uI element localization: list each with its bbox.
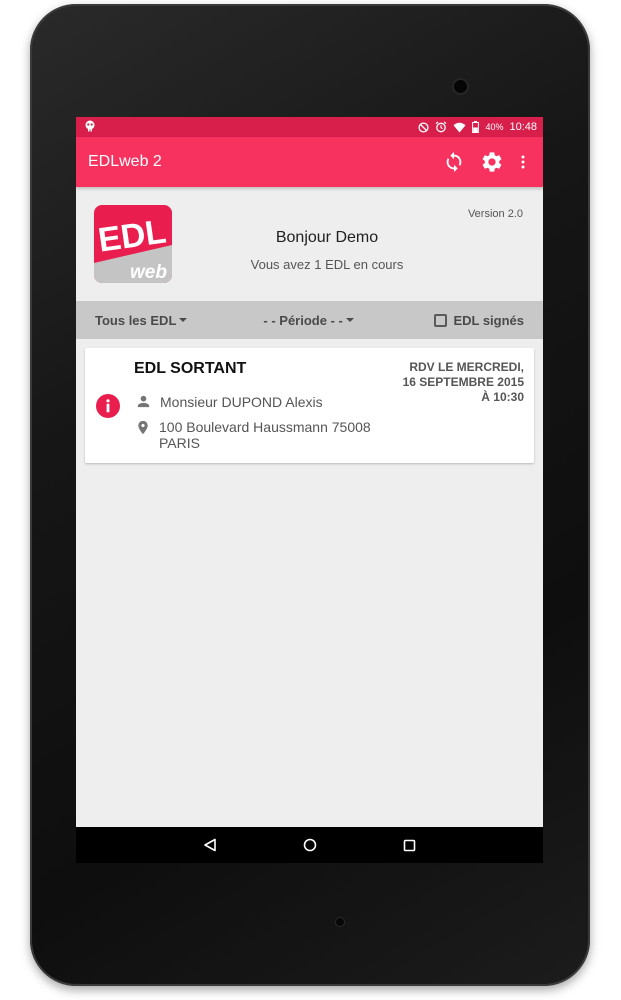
edl-list: EDL SORTANT RDV LE MERCREDI, 16 SEPTEMBR… bbox=[76, 339, 543, 463]
edl-address-line2: PARIS bbox=[159, 435, 200, 451]
dnd-icon bbox=[418, 121, 429, 133]
sensor bbox=[336, 918, 344, 926]
welcome-header: EDL web Version 2.0 Bonjour Demo Vous av… bbox=[76, 187, 543, 301]
screen: 40% 10:48 EDLweb 2 EDL web Version 2.0 B… bbox=[76, 117, 543, 863]
wifi-icon bbox=[453, 122, 466, 133]
location-pin-icon bbox=[138, 420, 148, 435]
edl-address-line1: 100 Boulevard Haussmann 75008 bbox=[159, 419, 371, 435]
greeting: Bonjour Demo bbox=[275, 229, 379, 246]
recents-icon bbox=[403, 839, 416, 851]
dropdown-caret-icon bbox=[345, 318, 354, 322]
home-icon bbox=[303, 838, 316, 852]
filter-edl-type-dropdown[interactable]: Tous les EDL bbox=[95, 312, 188, 328]
gear-icon bbox=[482, 152, 502, 172]
more-vert-icon bbox=[521, 155, 525, 169]
filter-bar: Tous les EDL - - Période - - EDL signés bbox=[76, 301, 543, 339]
back-button[interactable] bbox=[160, 827, 260, 863]
back-icon bbox=[203, 838, 216, 852]
edl-appointment: RDV LE MERCREDI, 16 SEPTEMBRE 2015 À 10:… bbox=[374, 360, 524, 405]
settings-button[interactable] bbox=[477, 147, 507, 177]
status-bar: 40% 10:48 bbox=[76, 117, 543, 137]
battery-percent: 40% bbox=[485, 122, 504, 132]
filter-period-dropdown[interactable]: - - Période - - bbox=[263, 312, 354, 328]
sync-button[interactable] bbox=[439, 147, 469, 177]
app-bar: EDLweb 2 bbox=[76, 137, 543, 187]
edl-card[interactable]: EDL SORTANT RDV LE MERCREDI, 16 SEPTEMBR… bbox=[85, 348, 534, 463]
overflow-menu-button[interactable] bbox=[515, 147, 531, 177]
filter-signed-checkbox[interactable]: EDL signés bbox=[434, 313, 524, 328]
clock: 10:48 bbox=[509, 121, 537, 133]
filter-signed-label: EDL signés bbox=[453, 312, 524, 328]
app-version: Version 2.0 bbox=[467, 208, 523, 220]
edl-appointment-line3: À 10:30 bbox=[481, 390, 524, 404]
edl-appointment-line1: RDV LE MERCREDI, bbox=[409, 360, 524, 374]
edl-appointment-line2: 16 SEPTEMBRE 2015 bbox=[402, 375, 524, 389]
edl-summary: Vous avez 1 EDL en cours bbox=[250, 257, 404, 272]
edlweb-logo: EDL web bbox=[94, 205, 172, 283]
edl-person: Monsieur DUPOND Alexis bbox=[135, 393, 323, 410]
edl-type-title: EDL SORTANT bbox=[134, 360, 247, 377]
sync-icon bbox=[446, 151, 462, 173]
navigation-bar bbox=[76, 827, 543, 863]
app-notification-icon bbox=[84, 120, 96, 135]
alarm-icon bbox=[435, 121, 447, 133]
front-camera bbox=[454, 80, 467, 93]
edl-person-name: Monsieur DUPOND Alexis bbox=[160, 393, 323, 410]
recents-button[interactable] bbox=[360, 827, 460, 863]
battery-icon bbox=[472, 121, 480, 133]
info-icon bbox=[96, 394, 120, 418]
filter-period-label: - - Période - - bbox=[263, 312, 343, 328]
app-title: EDLweb 2 bbox=[88, 153, 162, 170]
person-icon bbox=[137, 395, 150, 408]
edl-address: 100 Boulevard Haussmann 75008 PARIS bbox=[135, 419, 371, 451]
dropdown-caret-icon bbox=[179, 318, 188, 322]
home-button[interactable] bbox=[260, 827, 360, 863]
filter-edl-type-label: Tous les EDL bbox=[95, 312, 177, 328]
checkbox-icon[interactable] bbox=[434, 313, 448, 327]
logo-text-web: web bbox=[130, 262, 167, 283]
